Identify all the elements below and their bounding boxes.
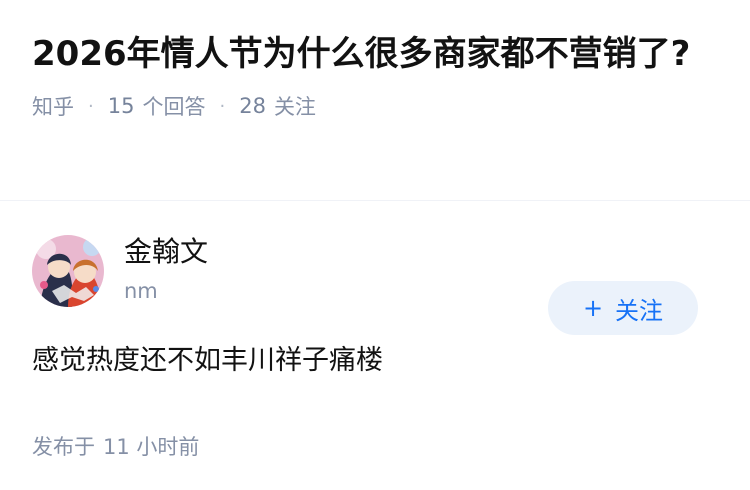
question-header: 2026年情人节为什么很多商家都不营销了? 知乎 · 15 个回答 · 28 关… <box>0 0 750 170</box>
published-time-value: 11 小时前 <box>103 435 200 459</box>
follower-count-label[interactable]: 关注 <box>274 91 316 121</box>
answer-count: 15 <box>107 94 135 118</box>
separator-dot: · <box>88 95 94 117</box>
plus-icon: + <box>582 294 604 322</box>
question-title[interactable]: 2026年情人节为什么很多商家都不营销了? <box>32 30 692 79</box>
follow-button-label: 关注 <box>615 296 664 325</box>
author-bio: nm <box>124 279 158 303</box>
author-info: 金翰文 nm <box>124 235 208 303</box>
question-meta: 知乎 · 15 个回答 · 28 关注 <box>32 91 718 121</box>
separator-dot: · <box>219 95 226 117</box>
follower-count: 28 <box>239 94 266 118</box>
answer-content[interactable]: 感觉热度还不如丰川祥子痛楼 <box>32 341 718 381</box>
follow-button[interactable]: + 关注 <box>548 281 698 335</box>
divider <box>0 200 750 201</box>
published-label: 发布于 <box>32 435 95 459</box>
answer-card: 金翰文 nm + 关注 感觉热度还不如丰川祥子痛楼 发布于 11 小时前 <box>0 235 750 461</box>
answer-count-label[interactable]: 个回答 <box>142 91 205 121</box>
avatar[interactable] <box>32 235 104 307</box>
published-time: 发布于 11 小时前 <box>32 431 718 461</box>
source-label[interactable]: 知乎 <box>32 91 74 121</box>
author-name[interactable]: 金翰文 <box>124 235 208 269</box>
